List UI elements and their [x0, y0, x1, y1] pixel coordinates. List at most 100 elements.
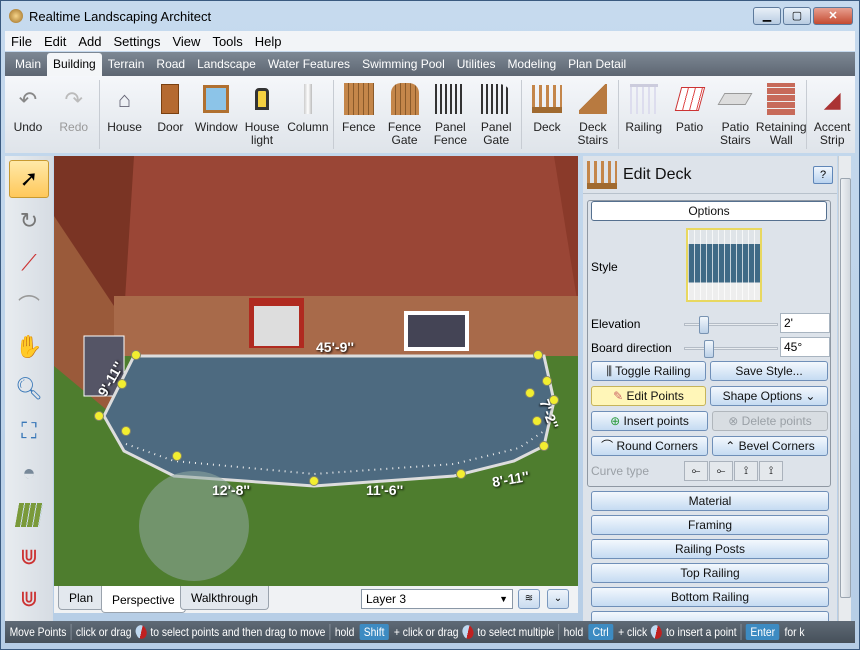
close-button[interactable]: ✕	[813, 7, 853, 25]
toggle-railing-button[interactable]: ⫼ Toggle Railing	[591, 361, 706, 381]
section-bottom-railing[interactable]: Bottom Railing	[591, 587, 829, 607]
grid-icon[interactable]	[9, 496, 49, 534]
tab-perspective[interactable]: Perspective	[101, 586, 186, 613]
fence-gate-button[interactable]: Fence Gate	[382, 76, 428, 153]
panel-scrollbar[interactable]	[838, 156, 851, 621]
insert-points-button[interactable]: ⊕ Insert points	[591, 411, 708, 431]
retaining-wall-button[interactable]: Retaining Wall	[756, 76, 807, 153]
tab-terrain[interactable]: Terrain	[102, 57, 151, 76]
redo-button[interactable]: ↷ Redo	[51, 76, 97, 153]
magnet-alt-icon[interactable]: ⋓	[9, 580, 49, 618]
railing-button[interactable]: Railing	[621, 76, 667, 153]
accent-strip-button[interactable]: ◢ Accent Strip	[809, 76, 855, 153]
curve-type-2-icon[interactable]: ⟜	[709, 461, 733, 481]
tab-modeling[interactable]: Modeling	[501, 57, 562, 76]
window-button[interactable]: Window	[193, 76, 239, 153]
rotate-icon[interactable]: ↻	[9, 202, 49, 240]
fence-button[interactable]: Fence	[336, 76, 382, 153]
door-icon	[154, 82, 186, 116]
zoom-window-icon[interactable]: ⛶	[9, 412, 49, 450]
menu-tools[interactable]: Tools	[206, 34, 248, 49]
house-button[interactable]: ⌂ House	[102, 76, 148, 153]
deck-control-point[interactable]	[94, 411, 104, 421]
3d-viewport[interactable]: 45'-9'' 9'-11'' 7'-2'' 12'-8'' 11'-6'' 8…	[54, 156, 578, 586]
patio-button[interactable]: Patio	[667, 76, 713, 153]
deck-control-point[interactable]	[525, 388, 535, 398]
deck-control-point[interactable]	[533, 350, 543, 360]
section-next[interactable]	[591, 611, 829, 621]
edit-points-button[interactable]: ✎ Edit Points	[591, 386, 706, 406]
tab-water-features[interactable]: Water Features	[262, 57, 356, 76]
shape-options-button[interactable]: Shape Options ⌄	[710, 386, 828, 406]
undo-button[interactable]: ↶ Undo	[5, 76, 51, 153]
menu-add[interactable]: Add	[72, 34, 107, 49]
deck-control-point[interactable]	[456, 469, 466, 479]
curve-icon[interactable]: ⌒	[9, 286, 49, 324]
panel-gate-button[interactable]: Panel Gate	[473, 76, 519, 153]
elevation-field[interactable]: 2'	[780, 313, 830, 333]
select-arrow-icon[interactable]: ➚	[9, 160, 49, 198]
edit-line-icon[interactable]: ⟋	[9, 244, 49, 282]
tab-plan[interactable]: Plan	[58, 586, 105, 610]
tab-plan-detail[interactable]: Plan Detail	[562, 57, 632, 76]
patio-stairs-button[interactable]: Patio Stairs	[712, 76, 758, 153]
panel-fence-button[interactable]: Panel Fence	[427, 76, 473, 153]
bevel-corners-button[interactable]: ⌃ Bevel Corners	[712, 436, 828, 456]
style-thumbnail[interactable]	[686, 228, 762, 302]
section-material[interactable]: Material	[591, 491, 829, 511]
deck-control-point[interactable]	[309, 476, 319, 486]
menu-help[interactable]: Help	[249, 34, 288, 49]
tab-building[interactable]: Building	[47, 53, 102, 76]
deck-control-point[interactable]	[532, 416, 542, 426]
zoom-icon[interactable]: 🔍︎	[9, 370, 49, 408]
layer-select[interactable]: Layer 3 ▼	[361, 589, 513, 609]
help-button[interactable]: ?	[813, 166, 833, 184]
menu-edit[interactable]: Edit	[38, 34, 72, 49]
section-railing-posts[interactable]: Railing Posts	[591, 539, 829, 559]
deck-control-point[interactable]	[131, 350, 141, 360]
door-button[interactable]: Door	[147, 76, 193, 153]
tab-walkthrough[interactable]: Walkthrough	[180, 586, 269, 610]
maximize-button[interactable]: ▢	[783, 7, 811, 25]
tab-utilities[interactable]: Utilities	[451, 57, 502, 76]
scrollbar-thumb[interactable]	[840, 178, 851, 598]
orbit-icon[interactable]: ◓	[9, 454, 49, 492]
deck-control-point[interactable]	[117, 379, 127, 389]
deck-control-point[interactable]	[121, 426, 131, 436]
deck-control-point[interactable]	[542, 376, 552, 386]
deck-stairs-button[interactable]: Deck Stairs	[570, 76, 616, 153]
deck-control-point[interactable]	[539, 441, 549, 451]
round-corners-button[interactable]: ⌒ Round Corners	[591, 436, 708, 456]
column-button[interactable]: Column	[285, 76, 331, 153]
minimize-button[interactable]: ▁	[753, 7, 781, 25]
slider-thumb[interactable]	[699, 316, 709, 334]
app-window: Realtime Landscaping Architect ▁ ▢ ✕ Fil…	[0, 0, 860, 650]
board-direction-slider[interactable]	[684, 340, 778, 358]
layers-button[interactable]: ≋	[518, 589, 540, 609]
options-header[interactable]: Options	[591, 201, 827, 221]
tab-landscape[interactable]: Landscape	[191, 57, 262, 76]
tab-main[interactable]: Main	[9, 57, 47, 76]
slider-thumb[interactable]	[704, 340, 714, 358]
curve-type-3-icon[interactable]: ⟟	[734, 461, 758, 481]
menu-view[interactable]: View	[166, 34, 206, 49]
magnet-icon[interactable]: ⋓	[9, 538, 49, 576]
menu-file[interactable]: File	[5, 34, 38, 49]
deck-control-point[interactable]	[172, 451, 182, 461]
tab-swimming-pool[interactable]: Swimming Pool	[356, 57, 451, 76]
menu-settings[interactable]: Settings	[108, 34, 167, 49]
section-framing[interactable]: Framing	[591, 515, 829, 535]
curve-type-1-icon[interactable]: ⟜	[684, 461, 708, 481]
tab-road[interactable]: Road	[150, 57, 191, 76]
curve-type-4-icon[interactable]: ⟟	[759, 461, 783, 481]
deck-button[interactable]: Deck	[524, 76, 570, 153]
house-light-button[interactable]: House light	[239, 76, 285, 153]
save-style-button[interactable]: Save Style...	[710, 361, 828, 381]
delete-points-button[interactable]: ⊗ Delete points	[712, 411, 828, 431]
board-direction-field[interactable]: 45°	[780, 337, 830, 357]
section-top-railing[interactable]: Top Railing	[591, 563, 829, 583]
pan-hand-icon[interactable]: ✋	[9, 328, 49, 366]
layer-menu-button[interactable]: ⌄	[547, 589, 569, 609]
mouse-icon	[649, 622, 665, 642]
elevation-slider[interactable]	[684, 316, 778, 334]
